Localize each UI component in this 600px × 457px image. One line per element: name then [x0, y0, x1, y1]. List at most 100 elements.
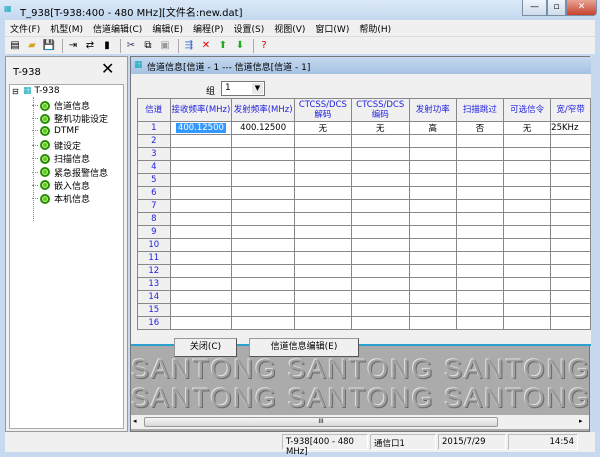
- delete-icon[interactable]: ✕: [199, 39, 213, 53]
- column-header[interactable]: 可选信令: [502, 98, 552, 122]
- table-cell[interactable]: [169, 277, 233, 291]
- table-cell[interactable]: [293, 225, 352, 239]
- table-cell[interactable]: [169, 212, 233, 226]
- tree-item[interactable]: 嵌入信息: [32, 179, 90, 192]
- table-cell[interactable]: [350, 277, 410, 291]
- column-header[interactable]: CTCSS/DCS 编码: [350, 98, 410, 122]
- table-cell[interactable]: [408, 134, 457, 148]
- tree-item[interactable]: 紧急报警信息: [32, 166, 108, 179]
- table-cell[interactable]: [169, 147, 233, 161]
- menu-item[interactable]: 编辑(E): [147, 20, 188, 36]
- table-cell[interactable]: [408, 212, 457, 226]
- table-cell[interactable]: [350, 238, 410, 252]
- table-cell[interactable]: [502, 160, 552, 174]
- menu-item[interactable]: 信道编辑(C): [88, 20, 147, 36]
- table-cell[interactable]: [550, 251, 591, 265]
- table-cell[interactable]: [455, 225, 504, 239]
- table-cell[interactable]: [350, 212, 410, 226]
- table-cell[interactable]: [169, 134, 233, 148]
- table-cell[interactable]: [550, 160, 591, 174]
- table-cell[interactable]: [455, 290, 504, 304]
- table-cell[interactable]: 400.12500: [231, 121, 295, 135]
- table-cell[interactable]: [550, 264, 591, 278]
- menu-item[interactable]: 窗口(W): [310, 20, 354, 36]
- table-cell[interactable]: [550, 134, 591, 148]
- save-icon[interactable]: 💾: [42, 39, 56, 53]
- scroll-left-icon[interactable]: ◂: [133, 417, 137, 425]
- table-cell[interactable]: [408, 186, 457, 200]
- table-cell[interactable]: [550, 238, 591, 252]
- table-cell[interactable]: [293, 290, 352, 304]
- row-number[interactable]: 8: [137, 212, 171, 226]
- table-cell[interactable]: [550, 147, 591, 161]
- group-select[interactable]: 1 ▼: [221, 81, 265, 96]
- table-cell[interactable]: [550, 277, 591, 291]
- menu-item[interactable]: 机型(M): [45, 20, 88, 36]
- table-cell[interactable]: [231, 251, 295, 265]
- table-cell[interactable]: [169, 160, 233, 174]
- table-cell[interactable]: [550, 199, 591, 213]
- menu-item[interactable]: 视图(V): [269, 20, 310, 36]
- tree-root[interactable]: ▦ T-938: [23, 86, 60, 96]
- table-cell[interactable]: [231, 264, 295, 278]
- table-cell[interactable]: [550, 316, 591, 330]
- table-cell[interactable]: 无: [502, 121, 552, 135]
- menu-item[interactable]: 编程(P): [188, 20, 228, 36]
- table-cell[interactable]: [293, 264, 352, 278]
- table-cell[interactable]: [502, 277, 552, 291]
- copy-icon[interactable]: ⧉: [141, 39, 155, 53]
- table-cell[interactable]: [502, 303, 552, 317]
- table-cell[interactable]: [550, 225, 591, 239]
- minimize-button[interactable]: —: [522, 0, 547, 16]
- table-cell[interactable]: 无: [293, 121, 352, 135]
- table-cell[interactable]: [550, 303, 591, 317]
- table-cell[interactable]: [169, 173, 233, 187]
- table-cell[interactable]: [408, 303, 457, 317]
- table-cell[interactable]: [169, 264, 233, 278]
- row-number[interactable]: 14: [137, 290, 171, 304]
- table-cell[interactable]: [408, 251, 457, 265]
- table-cell[interactable]: [231, 290, 295, 304]
- row-number[interactable]: 3: [137, 147, 171, 161]
- table-cell[interactable]: [455, 238, 504, 252]
- row-number[interactable]: 10: [137, 238, 171, 252]
- row-number[interactable]: 11: [137, 251, 171, 265]
- table-cell[interactable]: [231, 316, 295, 330]
- table-cell[interactable]: [408, 199, 457, 213]
- table-cell[interactable]: [231, 199, 295, 213]
- menu-item[interactable]: 文件(F): [5, 20, 45, 36]
- table-cell[interactable]: [408, 160, 457, 174]
- move-up-icon[interactable]: ⬆: [216, 39, 230, 53]
- table-cell[interactable]: [169, 199, 233, 213]
- table-cell[interactable]: [350, 160, 410, 174]
- tree-item[interactable]: 信道信息: [32, 99, 90, 112]
- table-cell[interactable]: [293, 186, 352, 200]
- table-cell[interactable]: 高: [408, 121, 457, 135]
- tree-item[interactable]: 整机功能设定: [32, 112, 108, 125]
- row-number[interactable]: 1: [137, 121, 171, 135]
- table-cell[interactable]: [408, 225, 457, 239]
- table-cell[interactable]: [293, 303, 352, 317]
- table-cell[interactable]: [231, 303, 295, 317]
- column-header[interactable]: 宽/窄带: [550, 98, 591, 122]
- table-cell[interactable]: [350, 225, 410, 239]
- column-header[interactable]: CTCSS/DCS 解码: [293, 98, 352, 122]
- table-cell[interactable]: [169, 316, 233, 330]
- table-cell[interactable]: [502, 186, 552, 200]
- table-cell[interactable]: [293, 238, 352, 252]
- table-cell[interactable]: [350, 251, 410, 265]
- chevron-down-icon[interactable]: ▼: [252, 83, 263, 94]
- table-cell[interactable]: [293, 173, 352, 187]
- table-cell[interactable]: [293, 134, 352, 148]
- table-cell[interactable]: [293, 277, 352, 291]
- table-cell[interactable]: [350, 303, 410, 317]
- table-cell[interactable]: [231, 277, 295, 291]
- open-folder-icon[interactable]: ▰: [25, 39, 39, 53]
- table-cell[interactable]: [169, 238, 233, 252]
- table-cell[interactable]: [455, 147, 504, 161]
- table-cell[interactable]: [408, 147, 457, 161]
- table-cell[interactable]: [502, 251, 552, 265]
- table-cell[interactable]: [231, 173, 295, 187]
- table-cell[interactable]: [231, 225, 295, 239]
- table-cell[interactable]: [231, 238, 295, 252]
